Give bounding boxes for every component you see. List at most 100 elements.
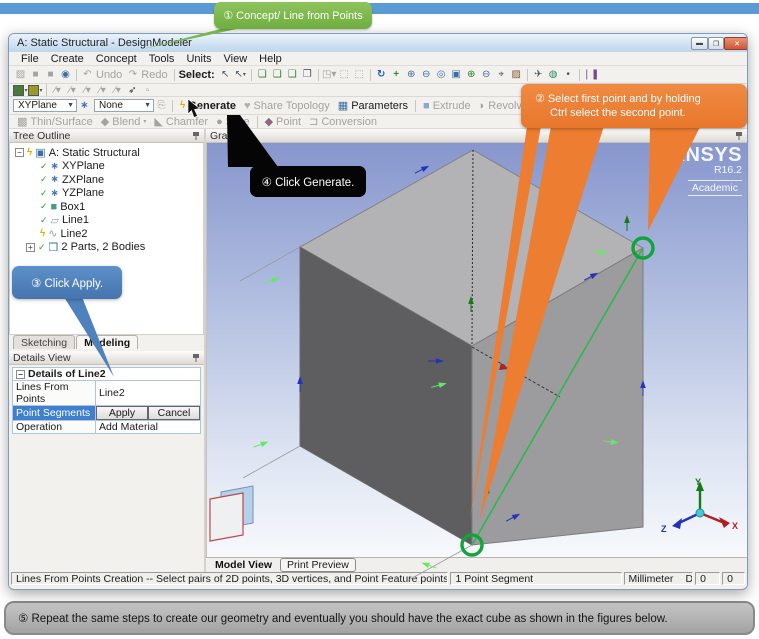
redo-icon[interactable]: ↷ — [125, 68, 140, 82]
magnify-icon[interactable]: ⊕ — [464, 68, 479, 82]
point-button[interactable]: ◆ Point — [261, 115, 306, 128]
details-view: −Details of Line2 Lines From Points Line… — [9, 367, 204, 434]
extend-selection-icon[interactable]: ⬚ — [337, 68, 352, 82]
minimize-button[interactable]: ▬ — [691, 37, 708, 50]
display-edge-type1-icon[interactable]: ∕▾ — [50, 83, 65, 97]
display-edge-type3-icon[interactable]: ∕▾ — [80, 83, 95, 97]
check-icon: ✓ — [40, 215, 48, 226]
tree-item-line2[interactable]: ϟ ∿ Line2 — [10, 227, 203, 241]
adjacency-dropdown-icon[interactable]: ◳▾ — [322, 68, 337, 82]
menu-bar: File Create Concept Tools Units View Hel… — [9, 52, 747, 66]
new-sketch-icon[interactable]: ⎘ — [154, 99, 169, 113]
blend-button[interactable]: ◆ Blend▾ — [97, 115, 151, 128]
thin-surface-button[interactable]: ▩ Thin/Surface — [13, 115, 97, 128]
graphics-viewport[interactable]: ANSYS R16.2 Academic — [206, 143, 747, 557]
apply-button[interactable]: Apply — [96, 406, 148, 420]
filter-face-icon[interactable]: ❏ — [285, 68, 300, 82]
pan-icon[interactable]: + — [389, 68, 404, 82]
demagnify-icon[interactable]: ⊖ — [479, 68, 494, 82]
tab-model-view[interactable]: Model View — [209, 559, 278, 571]
tree-item-line1[interactable]: ✓ ▱ Line1 — [10, 214, 203, 228]
tree-item-box1[interactable]: ✓ ■ Box1 — [10, 200, 203, 214]
check-icon: ✓ — [40, 201, 48, 212]
display-vertices-icon[interactable]: ➶ — [125, 83, 140, 97]
redo-label[interactable]: Redo — [141, 69, 167, 81]
look-at-icon[interactable]: ✈ — [531, 68, 546, 82]
plane-combo[interactable]: XYPlane▼ — [13, 99, 77, 112]
zoom-out-icon[interactable]: ⊖ — [419, 68, 434, 82]
iso-view-icon[interactable]: ⌖ — [494, 68, 509, 82]
pin-icon[interactable] — [192, 353, 200, 362]
thin-surface-icon: ▩ — [17, 115, 27, 128]
open-file-icon[interactable]: ■ — [28, 68, 43, 82]
rescale-icon[interactable]: ◍ — [546, 68, 561, 82]
select-mode-icon[interactable]: ↖ — [218, 68, 233, 82]
filter-vertex-icon[interactable]: ❏ — [255, 68, 270, 82]
filter-edge-icon[interactable]: ❏ — [270, 68, 285, 82]
previous-view-icon[interactable]: ▨ — [509, 68, 524, 82]
tab-sketching[interactable]: Sketching — [13, 335, 75, 349]
menu-tools[interactable]: Tools — [143, 53, 181, 65]
display-edge-type5-icon[interactable]: ∕▾ — [110, 83, 125, 97]
menu-concept[interactable]: Concept — [90, 53, 143, 65]
parameters-button[interactable]: ▦ Parameters — [334, 99, 412, 112]
zoom-in-icon[interactable]: ⊕ — [404, 68, 419, 82]
menu-units[interactable]: Units — [180, 53, 217, 65]
extrude-button[interactable]: ■ Extrude — [419, 100, 475, 112]
display-crosshair-icon[interactable]: ▫ — [140, 83, 155, 97]
title-bar[interactable]: A: Static Structural - DesignModeler — [9, 34, 747, 52]
line-sketch-icon: ▱ — [51, 214, 59, 227]
display-edge-type2-icon[interactable]: ∕▾ — [65, 83, 80, 97]
tree-item-parts[interactable]: + ✓ ❒ 2 Parts, 2 Bodies — [10, 241, 203, 255]
sketch-combo[interactable]: None▼ — [94, 99, 154, 112]
menu-help[interactable]: Help — [253, 53, 288, 65]
rotate-icon[interactable]: ↻ — [374, 68, 389, 82]
select-mode-dropdown-icon[interactable]: ↖▾ — [233, 68, 248, 82]
undo-icon[interactable]: ↶ — [80, 68, 95, 82]
menu-create[interactable]: Create — [45, 53, 90, 65]
tree-item-yzplane[interactable]: ✓ ∗ YZPlane — [10, 187, 203, 201]
ansys-version: R16.2 — [654, 165, 742, 176]
collapse-icon[interactable]: − — [16, 370, 25, 379]
tree-item-root[interactable]: − ϟ ▣ A: Static Structural — [10, 146, 203, 160]
generate-bolt-icon: ϟ — [180, 100, 185, 111]
display-edge-type4-icon[interactable]: ∕▾ — [95, 83, 110, 97]
slice-icon: ● — [216, 116, 223, 128]
chamfer-button[interactable]: ◣ Chamfer — [150, 115, 212, 128]
collapse-icon[interactable]: − — [15, 148, 24, 157]
zoom-fit-icon[interactable]: ▣ — [449, 68, 464, 82]
extend-selection2-icon[interactable]: ⬚ — [352, 68, 367, 82]
save-file-icon[interactable]: ■ — [43, 68, 58, 82]
undo-label[interactable]: Undo — [96, 69, 122, 81]
edge-color-selector-icon[interactable]: ▾ — [28, 83, 43, 97]
menu-file[interactable]: File — [15, 53, 45, 65]
point-display-icon[interactable]: • — [561, 68, 576, 82]
image-capture-icon[interactable]: ◉ — [58, 68, 73, 82]
tree-item-zxplane[interactable]: ✓ ∗ ZXPlane — [10, 173, 203, 187]
new-file-icon[interactable]: ▨ — [13, 68, 28, 82]
new-plane-icon[interactable]: ∗ — [77, 99, 92, 113]
filter-body-icon[interactable]: ❐ — [300, 68, 315, 82]
tab-modeling[interactable]: Modeling — [76, 335, 138, 349]
pin-icon[interactable] — [735, 131, 743, 140]
close-button[interactable]: ✕ — [724, 37, 748, 50]
share-topology-button[interactable]: ♥ Share Topology — [240, 100, 334, 112]
cancel-button[interactable]: Cancel — [148, 406, 200, 420]
pin-icon[interactable] — [192, 131, 200, 140]
status-selection: 1 Point Segment — [450, 572, 621, 585]
viewports-icon[interactable]: ❘❚ — [583, 68, 600, 82]
point-icon: ◆ — [265, 115, 273, 128]
details-row-operation: Operation Add Material — [13, 421, 201, 434]
generate-button[interactable]: ϟ Generate — [176, 100, 240, 112]
conversion-button[interactable]: ⊐ Conversion — [305, 115, 381, 128]
tree-item-xyplane[interactable]: ✓ ∗ XYPlane — [10, 160, 203, 174]
zoom-box-icon[interactable]: ◎ — [434, 68, 449, 82]
face-color-selector-icon[interactable]: ▾ — [13, 83, 28, 97]
menu-view[interactable]: View — [218, 53, 254, 65]
page: { "callouts": { "step1": "① Concept/ Lin… — [0, 0, 759, 639]
expand-icon[interactable]: + — [26, 243, 35, 252]
slice-button[interactable]: ● Slice — [212, 116, 254, 128]
maximize-button[interactable]: ❐ — [708, 37, 724, 50]
details-group-row[interactable]: −Details of Line2 — [13, 368, 201, 381]
tab-print-preview[interactable]: Print Preview — [280, 558, 356, 572]
